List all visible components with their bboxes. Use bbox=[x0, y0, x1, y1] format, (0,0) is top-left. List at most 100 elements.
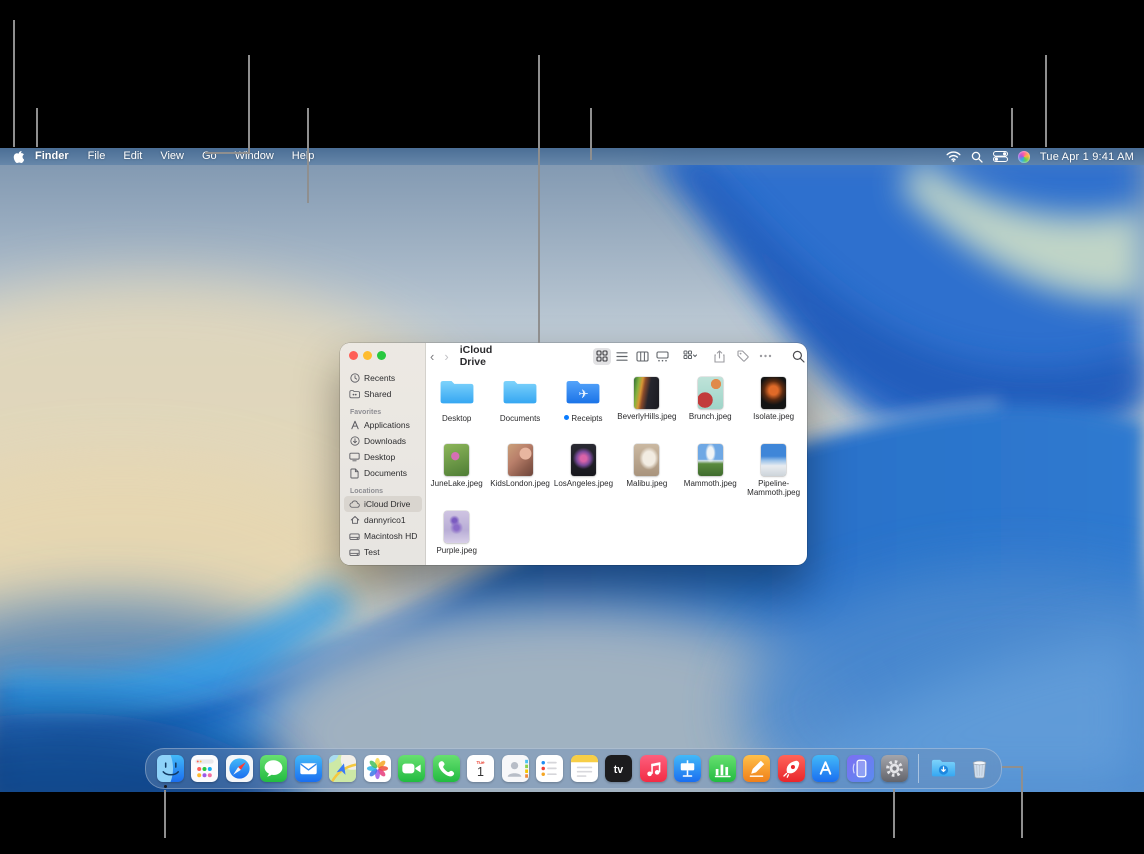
menu-finder[interactable]: Finder bbox=[28, 150, 79, 163]
home-icon bbox=[349, 515, 360, 526]
control-center-icon[interactable] bbox=[993, 151, 1008, 162]
sidebar-item-downloads[interactable]: Downloads bbox=[344, 433, 422, 449]
dock-contacts-icon[interactable] bbox=[498, 755, 533, 782]
callout-line-finder-window bbox=[538, 55, 540, 343]
file-name: Purple.jpeg bbox=[426, 546, 488, 555]
file-item[interactable]: KidsLondon.jpeg bbox=[488, 437, 551, 504]
share-button[interactable] bbox=[711, 348, 728, 365]
dock-mail-icon[interactable] bbox=[291, 755, 326, 782]
dock-calendar-icon[interactable]: Tue1 bbox=[464, 755, 499, 782]
file-item[interactable]: Desktop bbox=[425, 370, 488, 437]
search-icon[interactable] bbox=[971, 151, 983, 163]
sidebar-item-desktop[interactable]: Desktop bbox=[344, 449, 422, 465]
file-item[interactable]: BeverlyHills.jpeg bbox=[615, 370, 678, 437]
sidebar-label: dannyrico1 bbox=[364, 515, 406, 525]
zoom-button[interactable] bbox=[377, 351, 386, 360]
menu-bar-clock[interactable]: Tue Apr 1 9:41 AM bbox=[1040, 151, 1134, 163]
file-name: Mammoth.jpeg bbox=[679, 479, 741, 488]
file-item[interactable]: LosAngeles.jpeg bbox=[552, 437, 615, 504]
folder-airplane-icon: ✈ bbox=[564, 378, 602, 411]
file-item[interactable]: Documents bbox=[488, 370, 551, 437]
wifi-icon[interactable] bbox=[946, 151, 961, 162]
callout-line-control-center bbox=[1045, 55, 1047, 147]
dock-downloads-folder-icon[interactable] bbox=[925, 755, 961, 782]
dock-music-icon[interactable] bbox=[636, 755, 671, 782]
folder-icon bbox=[501, 378, 539, 411]
file-item[interactable]: Malibu.jpeg bbox=[615, 437, 678, 504]
file-name: Isolate.jpeg bbox=[743, 412, 805, 421]
file-item[interactable]: Mammoth.jpeg bbox=[679, 437, 742, 504]
gallery-view-button[interactable] bbox=[653, 348, 671, 365]
group-by-button[interactable] bbox=[683, 350, 697, 362]
dock-system-settings-icon[interactable] bbox=[878, 755, 913, 782]
menu-view[interactable]: View bbox=[151, 150, 193, 163]
image-thumbnail bbox=[571, 444, 596, 476]
back-button[interactable]: ‹ bbox=[425, 350, 439, 363]
apple-menu[interactable] bbox=[8, 150, 28, 163]
desktop-monitor-icon bbox=[349, 452, 360, 463]
dock-notes-icon[interactable] bbox=[567, 755, 602, 782]
list-view-button[interactable] bbox=[613, 348, 631, 365]
dock-keynote-icon[interactable] bbox=[671, 755, 706, 782]
file-name: Pipeline-Mammoth.jpeg bbox=[743, 479, 805, 498]
applications-icon bbox=[349, 420, 360, 431]
dock-facetime-icon[interactable] bbox=[395, 755, 430, 782]
sidebar-item-recents[interactable]: Recents bbox=[344, 370, 422, 386]
toolbar-search-button[interactable] bbox=[790, 348, 807, 365]
sidebar-item-test[interactable]: Test bbox=[344, 544, 422, 560]
file-item[interactable]: Brunch.jpeg bbox=[679, 370, 742, 437]
dock-photos-icon[interactable] bbox=[360, 755, 395, 782]
dock-games-icon[interactable] bbox=[774, 755, 809, 782]
image-thumbnail bbox=[761, 444, 786, 476]
menu-file[interactable]: File bbox=[79, 150, 115, 163]
file-item[interactable]: Purple.jpeg bbox=[425, 504, 488, 571]
image-thumbnail bbox=[508, 444, 533, 476]
sidebar-label: Test bbox=[364, 547, 380, 557]
menu-edit[interactable]: Edit bbox=[114, 150, 151, 163]
dock-numbers-icon[interactable] bbox=[705, 755, 740, 782]
sidebar-item-applications[interactable]: Applications bbox=[344, 417, 422, 433]
dock-apps-launchpad-icon[interactable] bbox=[188, 755, 223, 782]
callout-line-menu-bar bbox=[590, 108, 592, 160]
file-item[interactable]: ✈ Receipts bbox=[552, 370, 615, 437]
file-item[interactable]: Isolate.jpeg bbox=[742, 370, 805, 437]
dock-trash-icon[interactable] bbox=[961, 755, 997, 782]
file-item[interactable]: Pipeline-Mammoth.jpeg bbox=[742, 437, 805, 504]
close-button[interactable] bbox=[349, 351, 358, 360]
sidebar-item-macintosh-hd[interactable]: Macintosh HD bbox=[344, 528, 422, 544]
dock-phone-icon[interactable] bbox=[429, 755, 464, 782]
file-name: JuneLake.jpeg bbox=[426, 479, 488, 488]
image-thumbnail bbox=[761, 377, 786, 409]
sidebar-item-shared[interactable]: Shared bbox=[344, 386, 422, 402]
icon-view-button[interactable] bbox=[593, 348, 611, 365]
column-view-button[interactable] bbox=[633, 348, 651, 365]
folder-icon bbox=[438, 378, 476, 411]
dock-tv-icon[interactable]: tv bbox=[602, 755, 637, 782]
callout-line-help-menu-vertical bbox=[248, 55, 250, 154]
callout-line-wifi bbox=[1011, 108, 1013, 147]
sidebar-item-icloud-drive[interactable]: iCloud Drive bbox=[344, 496, 422, 512]
sidebar-item-dannyrico1[interactable]: dannyrico1 bbox=[344, 512, 422, 528]
dock-messages-icon[interactable] bbox=[257, 755, 292, 782]
dock-finder-icon[interactable] bbox=[153, 755, 188, 782]
forward-button[interactable]: › bbox=[439, 350, 453, 363]
dock-app-store-icon[interactable] bbox=[809, 755, 844, 782]
file-name: Malibu.jpeg bbox=[616, 479, 678, 488]
sidebar-item-documents[interactable]: Documents bbox=[344, 465, 422, 481]
more-options-button[interactable] bbox=[757, 348, 774, 365]
finder-toolbar: ‹ › iCloud Drive bbox=[425, 343, 807, 369]
dock-reminders-icon[interactable] bbox=[533, 755, 568, 782]
dock-safari-icon[interactable] bbox=[222, 755, 257, 782]
hard-drive-icon bbox=[349, 531, 360, 542]
menu-help[interactable]: Help bbox=[283, 150, 324, 163]
finder-running-indicator bbox=[164, 785, 167, 788]
dock-iphone-mirroring-icon[interactable] bbox=[843, 755, 878, 782]
dock-pages-icon[interactable] bbox=[740, 755, 775, 782]
tag-button[interactable] bbox=[734, 348, 751, 365]
siri-icon[interactable] bbox=[1018, 151, 1030, 163]
svg-text:1: 1 bbox=[477, 765, 484, 779]
minimize-button[interactable] bbox=[363, 351, 372, 360]
file-item[interactable]: JuneLake.jpeg bbox=[425, 437, 488, 504]
dock-maps-icon[interactable] bbox=[326, 755, 361, 782]
file-name: Documents bbox=[489, 414, 551, 423]
